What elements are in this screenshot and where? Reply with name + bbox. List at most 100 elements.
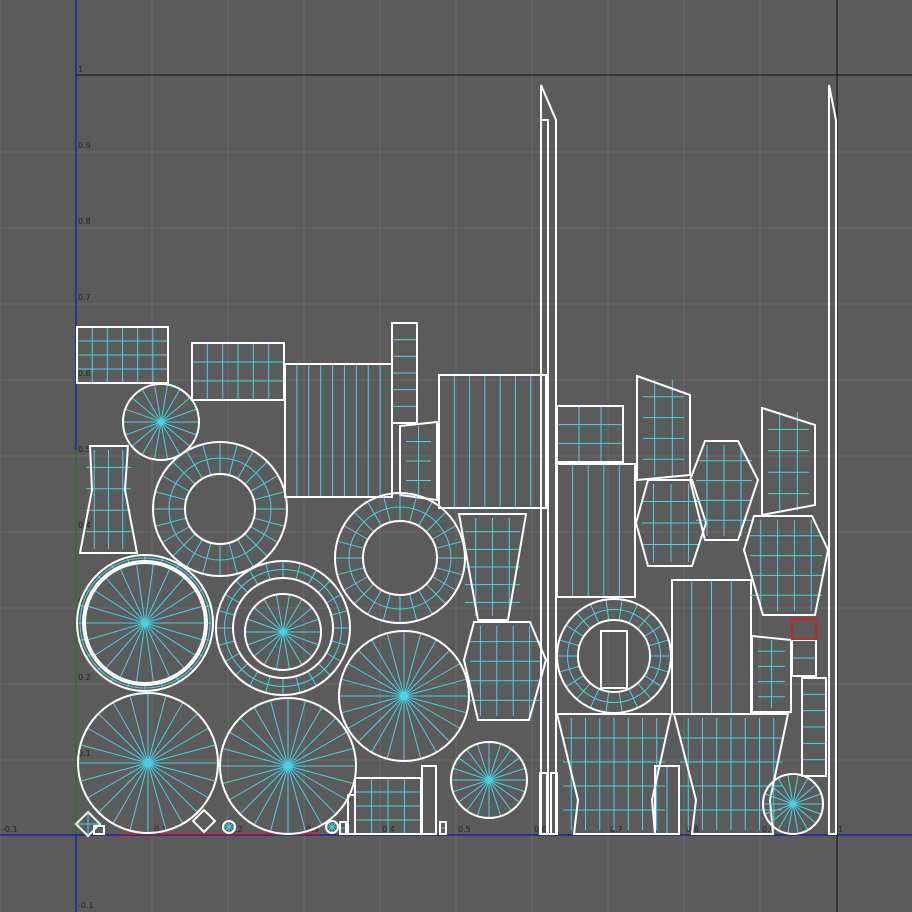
selection-outline [791, 618, 817, 640]
uv-shell-ring[interactable] [556, 598, 672, 714]
uv-edge [287, 700, 307, 767]
u-tick: 0.5 [458, 825, 471, 834]
uv-shell-disc[interactable] [77, 692, 219, 834]
uv-edge [222, 765, 289, 785]
uv-shell-curve[interactable] [751, 634, 792, 713]
uv-edge [247, 631, 284, 646]
uv-edge [253, 631, 284, 657]
selected-face[interactable] [791, 618, 817, 640]
uv-edge [160, 421, 197, 436]
uv-shell-grid[interactable] [284, 363, 393, 498]
uv-edge [452, 767, 490, 781]
uv-shell-disc[interactable] [244, 593, 322, 671]
uv-shell-vase[interactable] [78, 445, 139, 554]
uv-shell-grid[interactable] [439, 821, 447, 835]
uv-edge [131, 421, 162, 447]
uv-editor-viewport[interactable]: 1 0.9 0.8 0.7 0.6 0.5 0.4 0.3 0.2 0.1 -0… [0, 0, 912, 912]
uv-border [556, 405, 624, 463]
uv-edge [792, 803, 822, 815]
uv-edge [476, 743, 490, 781]
uv-shell-hex[interactable] [634, 479, 708, 567]
uv-border [421, 765, 437, 835]
uv-edge [80, 762, 149, 782]
v-tick: 0.9 [78, 141, 91, 150]
uv-edge [466, 748, 490, 781]
uv-shell-disc[interactable] [84, 562, 206, 684]
uv-edge [287, 765, 354, 785]
uv-edge [282, 618, 319, 633]
uv-edge [488, 779, 526, 793]
uv-shell-curve[interactable] [399, 420, 438, 502]
uv-shell-ring[interactable] [334, 492, 466, 624]
v-tick: 1 [78, 65, 83, 74]
uv-edge [282, 631, 319, 646]
uv-shell-ring[interactable] [215, 560, 351, 696]
uv-edge [147, 762, 167, 831]
uv-shell-vase[interactable] [462, 621, 548, 721]
uv-edge [466, 779, 490, 812]
uv-edge [386, 633, 405, 697]
u-tick: -0.1 [2, 825, 18, 834]
u-tick: 0.7 [610, 825, 623, 834]
uv-edge [488, 779, 521, 803]
uv-shell-disc[interactable] [219, 697, 357, 835]
uv-shell-grid[interactable] [550, 772, 558, 835]
uv-shell-disc[interactable] [338, 630, 470, 762]
uv-shell-grid[interactable] [791, 639, 817, 677]
uv-edge [476, 779, 490, 817]
u-tick: 1 [838, 825, 843, 834]
uv-edge [147, 762, 216, 782]
uv-shell-grid[interactable] [339, 821, 347, 835]
uv-border [462, 621, 548, 721]
uv-edge [386, 695, 405, 759]
uv-shell-curve[interactable] [761, 406, 816, 517]
v-tick: 0.7 [78, 293, 91, 302]
uv-edge [247, 618, 284, 633]
uv-border [761, 406, 816, 517]
uv-edge [144, 622, 203, 641]
uv-shell-blade[interactable] [828, 84, 837, 835]
uv-edge [341, 678, 405, 697]
uv-shell-hex[interactable] [742, 515, 830, 616]
uv-edge [792, 803, 817, 824]
uv-shell-disc[interactable] [450, 741, 528, 819]
uv-shell-grid[interactable] [438, 374, 547, 509]
uv-shell-curve[interactable] [636, 374, 691, 482]
uv-shell-dot[interactable] [222, 820, 236, 834]
uv-shell-grid[interactable] [556, 405, 624, 463]
uv-border [636, 374, 691, 482]
uv-edge [488, 748, 512, 781]
uv-shell-grid[interactable] [654, 765, 680, 835]
uv-shell-cup[interactable] [555, 713, 673, 835]
uv-canvas[interactable]: 1 0.9 0.8 0.7 0.6 0.5 0.4 0.3 0.2 0.1 -0… [0, 0, 912, 912]
uv-edge [403, 678, 467, 697]
uv-shell-diamond[interactable] [74, 810, 102, 838]
uv-edge [287, 765, 307, 832]
uv-border [184, 473, 256, 545]
uv-edge [269, 700, 289, 767]
uv-border [742, 515, 830, 616]
uv-shell-grid[interactable] [347, 794, 356, 835]
uv-shell-grid[interactable] [421, 765, 437, 835]
uv-shell-grid[interactable] [391, 322, 418, 424]
uv-edge [160, 408, 197, 423]
uv-edge [457, 757, 490, 781]
uv-edge [282, 607, 313, 633]
uv-border [215, 560, 351, 696]
uv-shell-ring[interactable] [152, 441, 288, 577]
uv-shell-vase[interactable] [457, 513, 528, 621]
uv-shell-grid[interactable] [354, 777, 422, 835]
uv-shell-disc[interactable] [122, 383, 200, 461]
uv-edge [792, 793, 822, 805]
uv-shell-grid[interactable] [801, 677, 827, 777]
v-tick: -0.1 [78, 901, 94, 910]
uv-shell-dot[interactable] [325, 820, 339, 834]
uv-shell-disc[interactable] [762, 773, 824, 835]
uv-border [347, 794, 356, 835]
uv-shell-grid[interactable] [556, 463, 636, 598]
uv-edge [457, 779, 490, 803]
uv-shell-cup[interactable] [672, 713, 790, 835]
uv-shell-grid[interactable] [191, 342, 285, 401]
uv-shell-grid[interactable] [600, 630, 628, 689]
uv-edge [764, 803, 794, 815]
